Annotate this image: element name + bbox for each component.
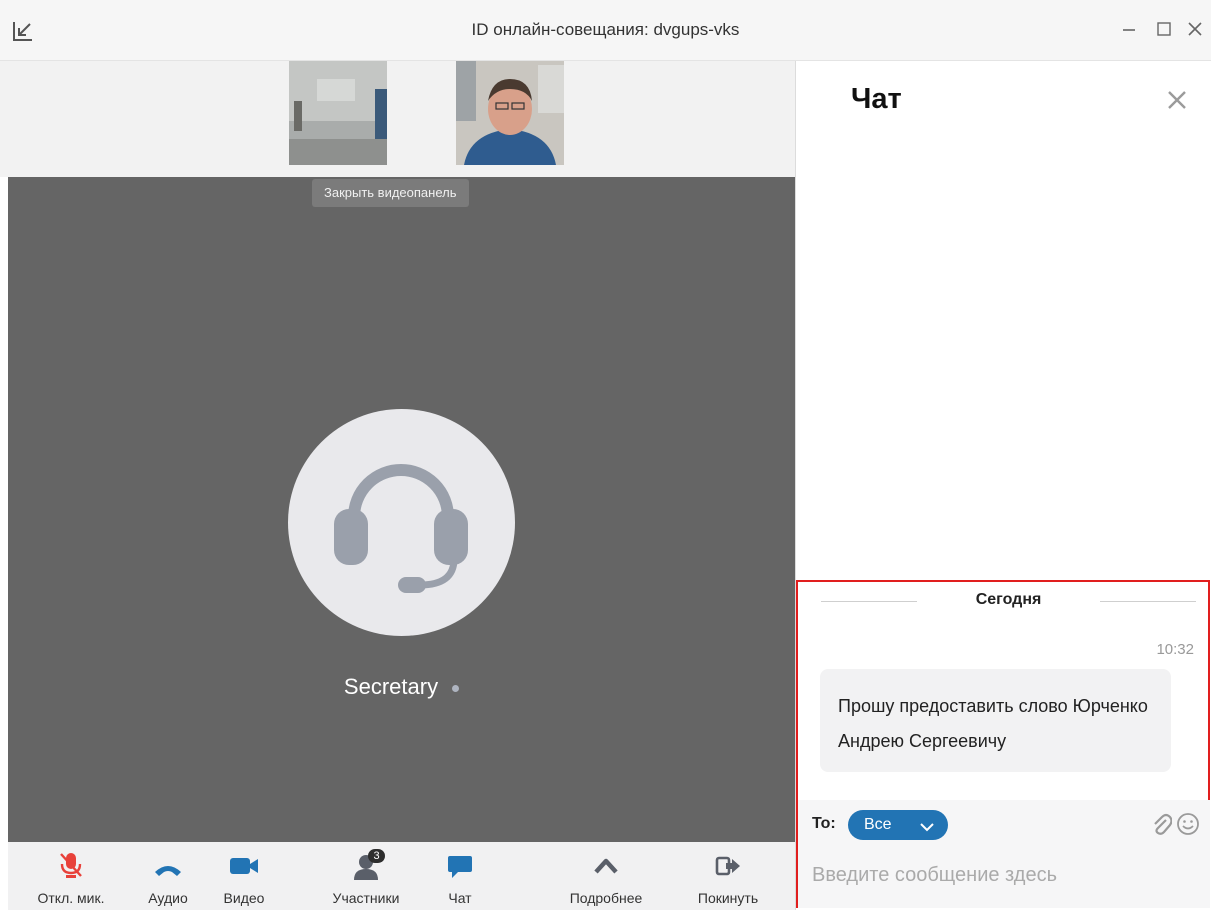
participants-count-badge: 3 — [368, 849, 385, 863]
participant-name: Secretary — [8, 674, 795, 700]
headset-icon — [334, 464, 468, 593]
message-text: Прошу предоставить слово Юрченко Андрею … — [838, 696, 1148, 751]
message-time: 10:32 — [1156, 641, 1194, 658]
more-button[interactable]: Подробнее — [564, 842, 648, 910]
mute-button[interactable]: Откл. мик. — [26, 842, 116, 910]
video-thumbnail-room[interactable] — [289, 61, 387, 165]
recipient-select[interactable]: Все — [848, 810, 948, 840]
chat-message: Прошу предоставить слово Юрченко Андрею … — [820, 669, 1171, 772]
phone-icon — [153, 852, 183, 885]
audio-label: Аудио — [148, 890, 188, 906]
muted-mic-icon — [58, 852, 84, 885]
chat-button[interactable]: Чат — [432, 842, 488, 910]
chevron-down-icon — [920, 819, 934, 837]
participants-button[interactable]: 3 Участники — [320, 842, 412, 910]
audio-button[interactable]: Аудио — [136, 842, 200, 910]
day-separator-line-right — [1100, 601, 1196, 602]
chevron-up-icon — [592, 852, 620, 885]
avatar — [288, 409, 515, 636]
leave-label: Покинуть — [697, 890, 759, 906]
message-input[interactable] — [810, 856, 1194, 894]
emoji-icon[interactable] — [1176, 812, 1200, 841]
meeting-area: Закрыть видеопанель Secretary Откл. мик.… — [0, 61, 795, 910]
exit-icon — [714, 852, 742, 885]
paperclip-icon[interactable] — [1150, 812, 1173, 841]
minimize-icon[interactable] — [1116, 16, 1142, 42]
day-separator-label: Сегодня — [975, 591, 1042, 608]
close-video-panel-button[interactable]: Закрыть видеопанель — [312, 179, 469, 207]
chat-label: Чат — [448, 890, 472, 906]
close-icon[interactable] — [1182, 16, 1208, 42]
video-thumbnail-participant[interactable] — [456, 61, 564, 165]
more-label: Подробнее — [569, 890, 643, 906]
participants-label: Участники — [332, 890, 400, 906]
video-button[interactable]: Видео — [212, 842, 276, 910]
video-label: Видео — [223, 890, 265, 906]
mute-label: Откл. мик. — [37, 890, 105, 906]
video-panel — [0, 61, 795, 177]
window-title: ID онлайн-совещания: dvgups-vks — [471, 20, 740, 39]
message-composer: To: Все — [798, 800, 1210, 908]
video-camera-icon — [228, 852, 260, 885]
leave-button[interactable]: Покинуть — [688, 842, 768, 910]
chat-panel: Чат Сегодня 10:32 Прошу предоставить сло… — [795, 61, 1211, 910]
meeting-toolbar: Откл. мик. Аудио Видео 3 Участники Чат П… — [8, 842, 795, 910]
recipient-label: To: — [812, 815, 836, 832]
chat-bubble-icon — [446, 852, 474, 885]
maximize-icon[interactable] — [1151, 16, 1177, 42]
participants-icon: 3 — [351, 849, 385, 885]
participant-name-text: Secretary — [343, 674, 439, 699]
chat-title: Чат — [851, 83, 902, 115]
status-dot — [452, 684, 460, 692]
chat-close-icon[interactable] — [1166, 89, 1188, 111]
recipient-value: Все — [864, 816, 892, 833]
day-separator: Сегодня — [821, 591, 1196, 613]
active-speaker-stage: Закрыть видеопанель Secretary — [8, 177, 795, 842]
title-bar: ID онлайн-совещания: dvgups-vks — [0, 0, 1211, 61]
